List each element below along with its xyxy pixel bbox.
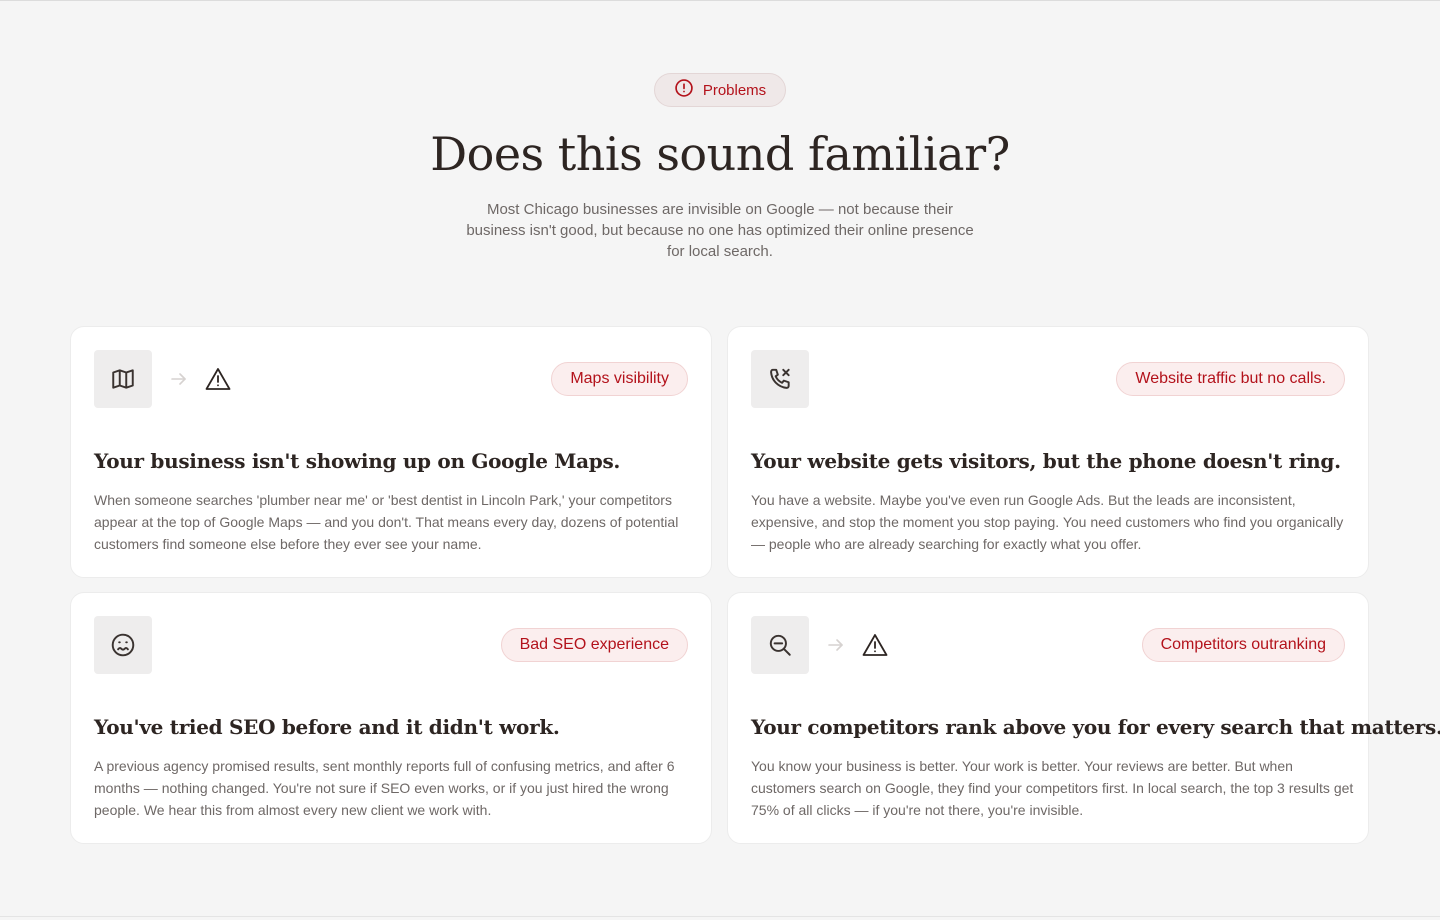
page-subtitle: Most Chicago businesses are invisible on… [466, 201, 974, 260]
problem-card-title: Your website gets visitors, but the phon… [751, 449, 1341, 473]
arrow-right-icon [826, 636, 846, 654]
alert-circle-icon [674, 78, 694, 102]
warning-triangle-icon [861, 632, 889, 658]
frown-face-icon [94, 616, 152, 674]
problems-badge: Problems [654, 73, 786, 107]
arrow-right-icon [169, 370, 189, 388]
problem-card-competitors: Competitors outranking Your competitors … [727, 592, 1440, 844]
problem-tag: Maps visibility [551, 362, 688, 396]
problem-tag: Bad SEO experience [500, 628, 688, 662]
problem-card-maps: Maps visibility Your business isn't show… [70, 326, 712, 578]
problem-card-seo: Bad SEO experience You've tried SEO befo… [70, 592, 712, 844]
problem-card-calls: Website traffic but no calls. Your websi… [727, 326, 1369, 578]
problem-card-title: You've tried SEO before and it didn't wo… [94, 715, 560, 739]
problem-card-body: You have a website. Maybe you've even ru… [751, 492, 1344, 552]
map-icon [94, 350, 152, 408]
zoom-out-icon [751, 616, 809, 674]
problem-card-body: A previous agency promised results, sent… [94, 758, 675, 818]
problem-tag: Website traffic but no calls. [1116, 362, 1345, 396]
problem-card-title: Your business isn't showing up on Google… [94, 449, 621, 473]
problem-card-body: You know your business is better. Your w… [751, 758, 1354, 818]
problem-card-body: When someone searches 'plumber near me' … [94, 492, 679, 552]
problems-badge-label: Problems [702, 81, 767, 99]
bottom-divider [0, 916, 1440, 917]
top-divider [0, 0, 1440, 1]
phone-missed-icon [751, 350, 809, 408]
problem-card-title: Your competitors rank above you for ever… [751, 715, 1440, 739]
problem-tag: Competitors outranking [1141, 628, 1345, 662]
page-title: Does this sound familiar? [430, 127, 1010, 181]
warning-triangle-icon [204, 366, 232, 392]
